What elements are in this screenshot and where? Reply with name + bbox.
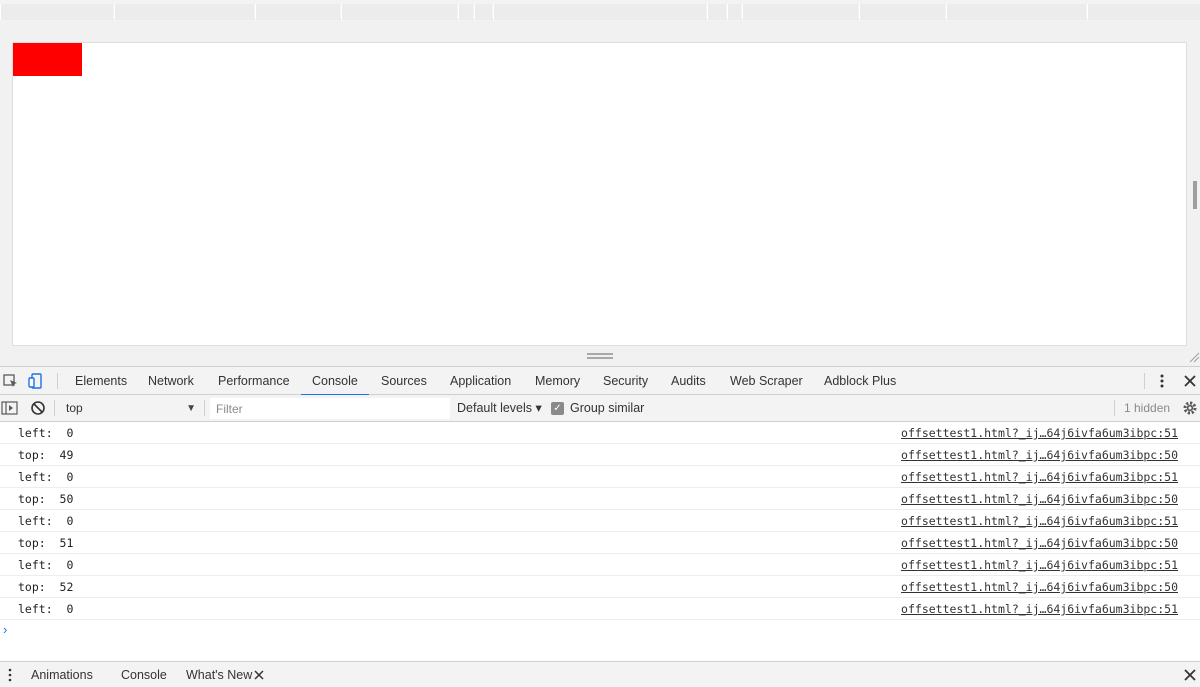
console-message-text: left: 0 — [18, 514, 74, 528]
tab-elements[interactable]: Elements — [75, 367, 127, 395]
drawer-tab-console[interactable]: Console — [121, 662, 167, 687]
console-message: left: 0 offsettest1.html?_ij…64j6ivfa6um… — [0, 598, 1200, 620]
tab-performance[interactable]: Performance — [218, 367, 290, 395]
console-message: top: 50 offsettest1.html?_ij…64j6ivfa6um… — [0, 488, 1200, 510]
console-source-link[interactable]: offsettest1.html?_ij…64j6ivfa6um3ibpc:50 — [901, 532, 1178, 554]
execution-context-value: top — [66, 401, 83, 415]
filter-input[interactable] — [210, 398, 450, 419]
ruler-segment — [742, 4, 858, 20]
ruler-segment — [707, 4, 726, 20]
tab-console[interactable]: Console — [301, 367, 369, 396]
console-prompt-icon[interactable]: › — [3, 622, 7, 637]
console-message: left: 0 offsettest1.html?_ij…64j6ivfa6um… — [0, 466, 1200, 488]
console-source-link[interactable]: offsettest1.html?_ij…64j6ivfa6um3ibpc:51 — [901, 466, 1178, 488]
console-message-text: top: 52 — [18, 580, 74, 594]
close-drawer-icon[interactable] — [1181, 666, 1199, 684]
clear-console-icon[interactable] — [29, 399, 47, 417]
gear-icon[interactable] — [1181, 399, 1199, 417]
chevron-down-icon: ▼ — [186, 403, 196, 414]
console-message-text: left: 0 — [18, 602, 74, 616]
ruler-segment — [255, 4, 340, 20]
console-source-link[interactable]: offsettest1.html?_ij…64j6ivfa6um3ibpc:51 — [901, 422, 1178, 444]
page-frame — [12, 42, 1187, 346]
hidden-messages-count: 1 hidden — [1124, 401, 1171, 415]
tab-sources[interactable]: Sources — [381, 367, 427, 395]
red-box — [13, 43, 82, 76]
close-tab-icon[interactable] — [252, 666, 266, 684]
drawer-tabbar: Animations Console What's New — [0, 661, 1200, 687]
toolbar-separator — [204, 400, 205, 416]
console-message-text: left: 0 — [18, 426, 74, 440]
console-source-link[interactable]: offsettest1.html?_ij…64j6ivfa6um3ibpc:50 — [901, 444, 1178, 466]
device-toolbar-icon[interactable] — [27, 372, 45, 390]
device-viewport-area — [0, 21, 1200, 366]
execution-context-select[interactable]: top ▼ — [58, 398, 200, 419]
drawer-tab-animations[interactable]: Animations — [31, 662, 93, 687]
log-levels-dropdown[interactable]: Default levels ▾ — [457, 395, 542, 422]
console-message: left: 0 offsettest1.html?_ij…64j6ivfa6um… — [0, 510, 1200, 532]
console-source-link[interactable]: offsettest1.html?_ij…64j6ivfa6um3ibpc:50 — [901, 576, 1178, 598]
tab-web-scraper[interactable]: Web Scraper — [730, 367, 803, 395]
console-source-link[interactable]: offsettest1.html?_ij…64j6ivfa6um3ibpc:51 — [901, 510, 1178, 532]
group-similar-label: Group similar — [570, 401, 645, 415]
console-message-text: left: 0 — [18, 470, 74, 484]
ruler-segment — [0, 4, 113, 20]
more-vertical-icon[interactable] — [1153, 372, 1171, 390]
ruler-segment — [341, 4, 457, 20]
tab-separator — [1144, 373, 1145, 389]
drawer-tab-whats-new[interactable]: What's New — [186, 662, 252, 687]
vertical-resize-handle[interactable] — [587, 353, 613, 359]
ruler-segment — [493, 4, 706, 20]
console-message-text: left: 0 — [18, 558, 74, 572]
console-message: left: 0 offsettest1.html?_ij…64j6ivfa6um… — [0, 554, 1200, 576]
console-message-text: top: 51 — [18, 536, 74, 550]
ruler-segment — [114, 4, 254, 20]
ruler-bar — [0, 0, 1200, 20]
console-source-link[interactable]: offsettest1.html?_ij…64j6ivfa6um3ibpc:50 — [901, 488, 1178, 510]
tab-network[interactable]: Network — [148, 367, 194, 395]
console-message-text: top: 49 — [18, 448, 74, 462]
inspect-element-icon[interactable] — [2, 372, 20, 390]
console-message: left: 0 offsettest1.html?_ij…64j6ivfa6um… — [0, 422, 1200, 444]
console-source-link[interactable]: offsettest1.html?_ij…64j6ivfa6um3ibpc:51 — [901, 598, 1178, 620]
toolbar-separator — [54, 400, 55, 416]
tab-memory[interactable]: Memory — [535, 367, 580, 395]
group-similar-checkbox[interactable]: ✓ — [551, 402, 564, 415]
tab-adblock-plus[interactable]: Adblock Plus — [824, 367, 896, 395]
show-sidebar-icon[interactable] — [1, 399, 19, 417]
console-message-text: top: 50 — [18, 492, 74, 506]
corner-resize-icon[interactable] — [1188, 351, 1200, 363]
devtools-tabbar: Elements Network Performance Console Sou… — [0, 367, 1200, 396]
horizontal-resize-handle[interactable] — [1193, 181, 1197, 209]
drawer-menu-icon[interactable] — [1, 666, 19, 684]
console-messages: left: 0 offsettest1.html?_ij…64j6ivfa6um… — [0, 422, 1200, 659]
tab-application[interactable]: Application — [450, 367, 511, 395]
ruler-segment — [1087, 4, 1200, 20]
ruler-segment — [946, 4, 1086, 20]
tab-security[interactable]: Security — [603, 367, 648, 395]
console-message: top: 49 offsettest1.html?_ij…64j6ivfa6um… — [0, 444, 1200, 466]
console-message: top: 52 offsettest1.html?_ij…64j6ivfa6um… — [0, 576, 1200, 598]
console-toolbar: top ▼ Default levels ▾ ✓ Group similar 1… — [0, 395, 1200, 422]
ruler-segment — [859, 4, 945, 20]
tab-separator — [57, 373, 58, 389]
console-message: top: 51 offsettest1.html?_ij…64j6ivfa6um… — [0, 532, 1200, 554]
console-source-link[interactable]: offsettest1.html?_ij…64j6ivfa6um3ibpc:51 — [901, 554, 1178, 576]
ruler-segment — [458, 4, 473, 20]
close-icon[interactable] — [1181, 372, 1199, 390]
toolbar-separator — [1114, 400, 1115, 416]
ruler-segment — [727, 4, 741, 20]
devtools-panel: Elements Network Performance Console Sou… — [0, 366, 1200, 687]
tab-audits[interactable]: Audits — [671, 367, 706, 395]
ruler-segment — [474, 4, 492, 20]
